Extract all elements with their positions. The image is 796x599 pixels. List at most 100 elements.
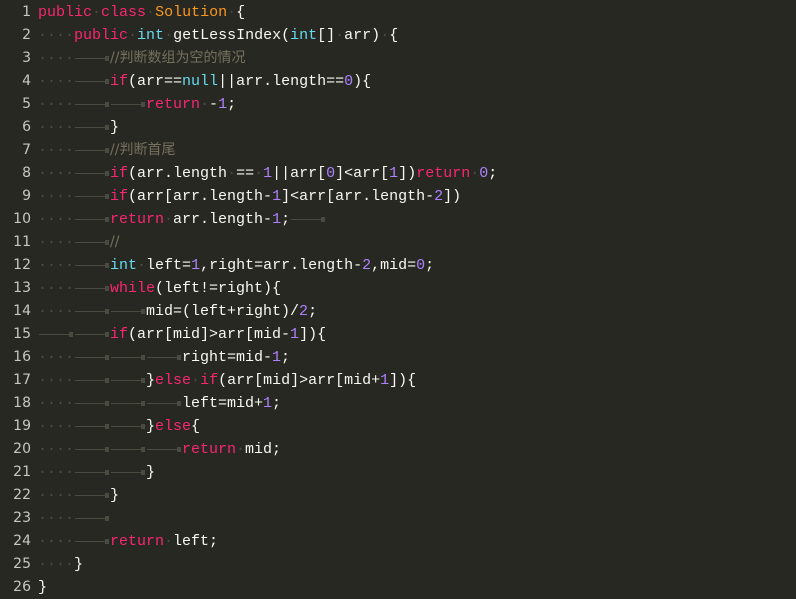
whitespace-marker: ···· bbox=[38, 27, 75, 44]
whitespace-marker: · bbox=[191, 372, 201, 389]
code-content[interactable]: ···· int·left=1,right=arr.length-2,mid=0; bbox=[38, 254, 796, 277]
keyword-token: else bbox=[155, 372, 192, 389]
code-line[interactable]: 6 ····} bbox=[0, 116, 796, 139]
code-line[interactable]: 16 ···· right=mid-1; bbox=[0, 346, 796, 369]
code-text-token: arr) bbox=[344, 27, 381, 44]
code-content[interactable]: ···· if(arr==null||arr.length==0){ bbox=[38, 70, 796, 93]
code-line[interactable]: 11 ···· // bbox=[0, 231, 796, 254]
code-content[interactable]: ···· return·mid; bbox=[38, 438, 796, 461]
tab-arrow-icon bbox=[74, 392, 110, 415]
comment-token: // bbox=[110, 234, 120, 250]
whitespace-marker: · bbox=[254, 165, 264, 182]
code-content[interactable]: public·class·Solution·{ bbox=[38, 1, 796, 24]
code-line[interactable]: 19 ····}else{ bbox=[0, 415, 796, 438]
code-line[interactable]: 7 ···· //判断首尾 bbox=[0, 139, 796, 162]
code-line[interactable]: 8 ···· if(arr.length·==·1||arr[0]<arr[1])r… bbox=[0, 162, 796, 185]
code-line[interactable]: 15 if(arr[mid]>arr[mid-1]){ bbox=[0, 323, 796, 346]
whitespace-marker: ···· bbox=[38, 303, 75, 320]
tab-arrow-icon bbox=[110, 461, 146, 484]
code-line[interactable]: 22 ····} bbox=[0, 484, 796, 507]
code-content[interactable]: ···· return·arr.length-1; bbox=[38, 208, 796, 231]
whitespace-marker: · bbox=[227, 165, 237, 182]
code-content[interactable]: ···· // bbox=[38, 231, 796, 254]
code-line[interactable]: 18 ···· left=mid+1; bbox=[0, 392, 796, 415]
number-token: 1 bbox=[191, 257, 201, 274]
code-content[interactable]: ···· bbox=[38, 507, 796, 530]
code-content[interactable]: ····} bbox=[38, 461, 796, 484]
line-number: 22 bbox=[13, 487, 31, 503]
code-content[interactable]: ···· mid=(left+right)/2; bbox=[38, 300, 796, 323]
code-content[interactable]: ····}else{ bbox=[38, 415, 796, 438]
line-number: 18 bbox=[13, 395, 31, 411]
code-text-token: (arr[mid]>arr[mid- bbox=[128, 326, 291, 343]
code-text-token: ; bbox=[281, 211, 291, 228]
whitespace-marker: ···· bbox=[38, 96, 75, 113]
code-line[interactable]: 21 ····} bbox=[0, 461, 796, 484]
code-line[interactable]: 1 2 ···· int·left=1,right=arr.length-2,mid=… bbox=[0, 254, 796, 277]
code-content[interactable]: ····public·int·getLessIndex(int[]·arr)·{ bbox=[38, 24, 796, 47]
code-line[interactable]: 20 ···· return·mid; bbox=[0, 438, 796, 461]
type-token: int bbox=[137, 27, 165, 44]
code-text-token: (left!=right){ bbox=[155, 280, 282, 297]
whitespace-marker: · bbox=[146, 4, 156, 21]
code-text-token: mid=(left+right)/ bbox=[146, 303, 300, 320]
code-content[interactable]: ···· if(arr[arr.length-1]<arr[arr.length-… bbox=[38, 185, 796, 208]
line-number: 19 bbox=[13, 418, 31, 434]
code-content[interactable]: ····}else·if(arr[mid]>arr[mid+1]){ bbox=[38, 369, 796, 392]
code-line[interactable]: 9 ···· if(arr[arr.length-1]<arr[arr.length… bbox=[0, 185, 796, 208]
keyword-token: return bbox=[146, 96, 201, 113]
code-line[interactable]: 25 ····} bbox=[0, 553, 796, 576]
line-number: 14 bbox=[13, 303, 31, 319]
code-line[interactable]: 2 ····public·int·getLessIndex(int[]·arr)·… bbox=[0, 24, 796, 47]
tab-arrow-icon bbox=[74, 231, 110, 254]
whitespace-marker: · bbox=[470, 165, 480, 182]
tab-arrow-icon bbox=[110, 93, 146, 116]
line-number: 1 bbox=[22, 4, 31, 20]
code-content[interactable]: ···· //判断首尾 bbox=[38, 139, 796, 162]
code-text-token: [] bbox=[317, 27, 336, 44]
code-content[interactable]: ····} bbox=[38, 553, 796, 576]
code-line[interactable]: 23 ···· bbox=[0, 507, 796, 530]
code-text-token: ]){ bbox=[389, 372, 417, 389]
code-line[interactable]: 24 ···· return·left; bbox=[0, 530, 796, 553]
code-line[interactable]: 4 ···· if(arr==null||arr.length==0){ bbox=[0, 70, 796, 93]
code-content[interactable]: ···· //判断数组为空的情况 bbox=[38, 47, 796, 70]
number-token: 1 bbox=[380, 372, 390, 389]
number-token: 2 bbox=[362, 257, 372, 274]
code-text-token: ||arr[ bbox=[272, 165, 327, 182]
code-line[interactable]: 13 ···· while(left!=right){ bbox=[0, 277, 796, 300]
number-token: 2 bbox=[299, 303, 309, 320]
code-content[interactable]: ···· left=mid+1; bbox=[38, 392, 796, 415]
line-number: 2 bbox=[22, 27, 31, 43]
code-content[interactable]: ···· right=mid-1; bbox=[38, 346, 796, 369]
code-line[interactable]: 26} bbox=[0, 576, 796, 599]
code-content[interactable]: ····} bbox=[38, 116, 796, 139]
keyword-token: return bbox=[182, 441, 237, 458]
code-content[interactable]: if(arr[mid]>arr[mid-1]){ bbox=[38, 323, 796, 346]
tab-arrow-icon bbox=[74, 254, 110, 277]
tab-arrow-icon bbox=[74, 438, 110, 461]
code-line[interactable]: 14 ···· mid=(left+right)/2; bbox=[0, 300, 796, 323]
tab-arrow-icon bbox=[110, 369, 146, 392]
line-number: 15 bbox=[13, 326, 31, 342]
code-line[interactable]: 1 public·class·Solution·{ bbox=[0, 1, 796, 24]
tab-arrow-icon bbox=[146, 392, 182, 415]
code-text-token: } bbox=[110, 487, 120, 504]
code-line[interactable]: 3 ···· //判断数组为空的情况 bbox=[0, 47, 796, 70]
code-content[interactable]: ····} bbox=[38, 484, 796, 507]
code-line[interactable]: 10 ···· return·arr.length-1; bbox=[0, 208, 796, 231]
code-text-token: (arr[arr.length- bbox=[128, 188, 273, 205]
code-line[interactable]: 17 ····}else·if(arr[mid]>arr[mid+1]){ bbox=[0, 369, 796, 392]
number-token: 1 bbox=[290, 326, 300, 343]
code-content[interactable]: ···· return·left; bbox=[38, 530, 796, 553]
code-line[interactable]: 5 ···· return·-1; bbox=[0, 93, 796, 116]
code-content[interactable]: } bbox=[38, 576, 796, 599]
number-token: 1 bbox=[272, 349, 282, 366]
tab-arrow-icon bbox=[74, 208, 110, 231]
line-number: 20 bbox=[13, 441, 31, 457]
code-editor[interactable]: 1 public·class·Solution·{2 ····public·int·… bbox=[0, 0, 796, 596]
code-content[interactable]: ···· if(arr.length·==·1||arr[0]<arr[1])re… bbox=[38, 162, 796, 185]
line-number: 13 bbox=[13, 280, 31, 296]
code-content[interactable]: ···· return·-1; bbox=[38, 93, 796, 116]
code-content[interactable]: ···· while(left!=right){ bbox=[38, 277, 796, 300]
